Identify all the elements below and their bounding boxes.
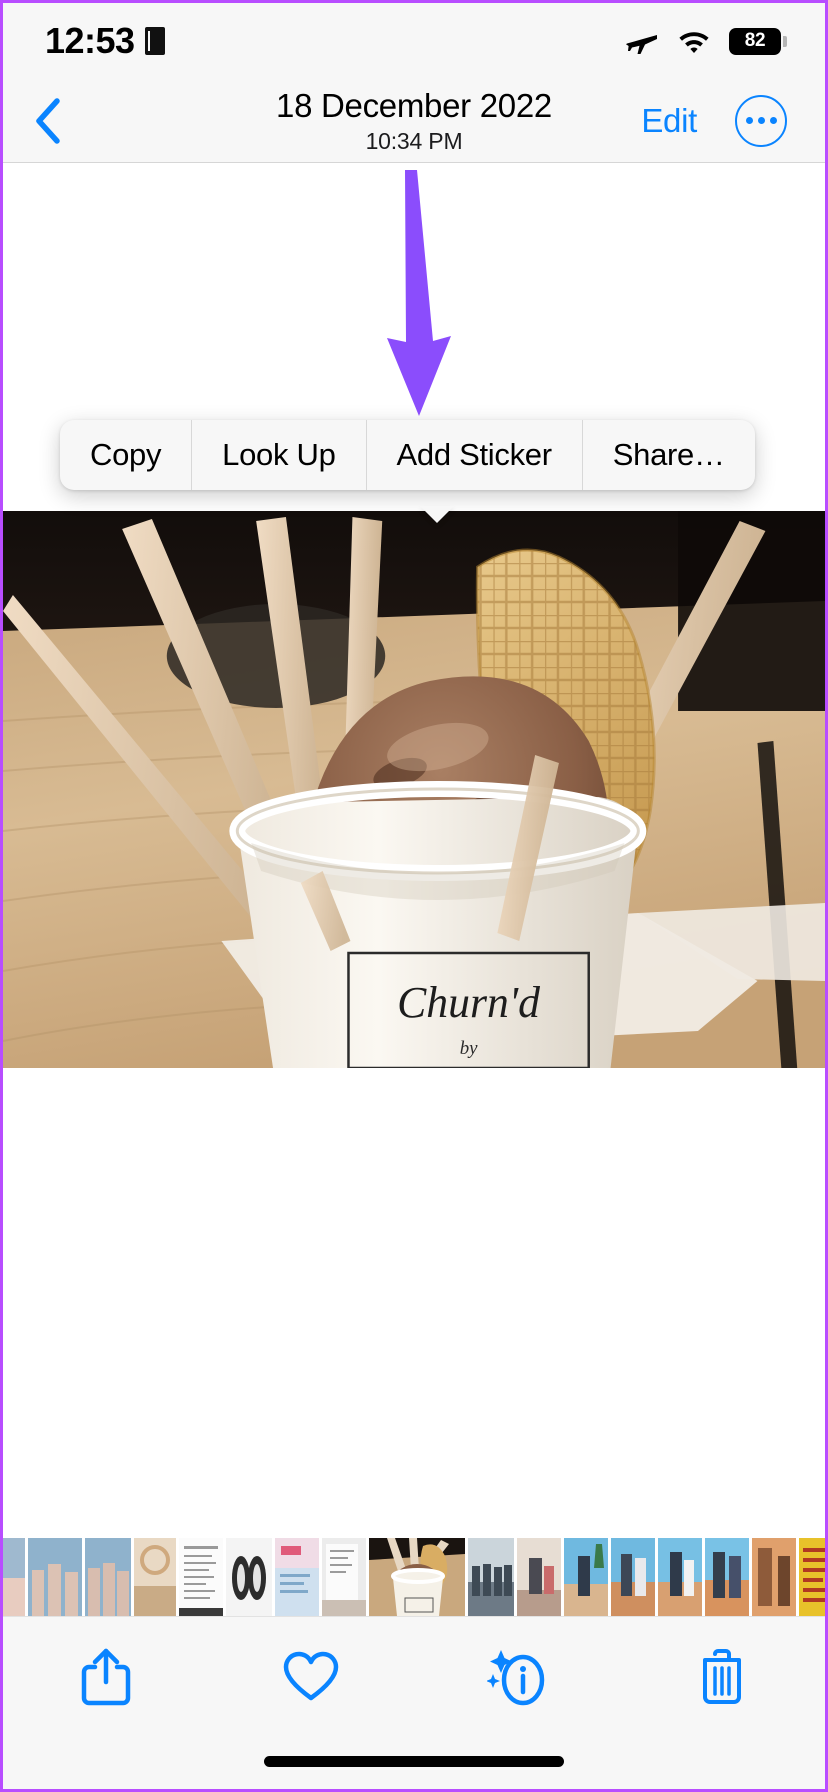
- navigation-bar: 18 December 2022 10:34 PM Edit: [3, 79, 825, 163]
- context-menu-tail: [420, 506, 454, 523]
- filmstrip-thumbnail[interactable]: [658, 1538, 702, 1616]
- photo-date-label: 18 December 2022: [3, 89, 825, 122]
- ellipsis-dot-icon: [758, 117, 765, 124]
- wifi-icon: [677, 28, 711, 54]
- filmstrip-thumbnail[interactable]: [564, 1538, 608, 1616]
- photo-filmstrip[interactable]: [3, 1538, 825, 1616]
- photo-time-label: 10:34 PM: [3, 130, 825, 153]
- filmstrip-thumbnail[interactable]: [28, 1538, 82, 1616]
- text-selection-context-menu: Copy Look Up Add Sticker Share…: [60, 420, 755, 490]
- context-menu-item-share[interactable]: Share…: [583, 420, 755, 490]
- filmstrip-thumbnail[interactable]: [517, 1538, 561, 1616]
- airplane-mode-icon: [625, 26, 659, 56]
- cup-by-text: by: [460, 1038, 478, 1059]
- filmstrip-thumbnail[interactable]: [134, 1538, 176, 1616]
- battery-indicator: 82: [729, 28, 781, 55]
- filmstrip-thumbnail[interactable]: [85, 1538, 131, 1616]
- share-button[interactable]: [61, 1637, 151, 1717]
- book-icon: [145, 27, 165, 55]
- share-icon: [81, 1646, 131, 1708]
- filmstrip-thumbnail[interactable]: [611, 1538, 655, 1616]
- context-menu-item-copy[interactable]: Copy: [60, 420, 192, 490]
- more-options-button[interactable]: [735, 95, 787, 147]
- filmstrip-thumbnail[interactable]: [705, 1538, 749, 1616]
- battery-percent-label: 82: [745, 30, 766, 52]
- heart-icon: [283, 1651, 339, 1703]
- ellipsis-dot-icon: [746, 117, 753, 124]
- info-button[interactable]: [472, 1637, 562, 1717]
- photo-title: 18 December 2022 10:34 PM: [3, 89, 825, 153]
- favorite-button[interactable]: [266, 1637, 356, 1717]
- context-menu-item-look-up[interactable]: Look Up: [192, 420, 366, 490]
- filmstrip-thumbnail[interactable]: [752, 1538, 796, 1616]
- filmstrip-thumbnail[interactable]: [799, 1538, 825, 1616]
- filmstrip-thumbnail[interactable]: [3, 1538, 25, 1616]
- edit-button[interactable]: Edit: [641, 102, 697, 140]
- status-bar-left: 12:53: [45, 20, 165, 62]
- filmstrip-thumbnail[interactable]: [179, 1538, 223, 1616]
- status-bar-right: 82: [625, 26, 781, 56]
- home-indicator: [264, 1756, 564, 1767]
- filmstrip-thumbnail-current[interactable]: [369, 1538, 465, 1616]
- photo-illustration: Churn'd by: [3, 511, 825, 1068]
- filmstrip-thumbnail[interactable]: [322, 1538, 366, 1616]
- iphone-screen: 12:53 82 18 December 2022 10:34: [0, 0, 828, 1792]
- ellipsis-dot-icon: [770, 117, 777, 124]
- delete-button[interactable]: [677, 1637, 767, 1717]
- bottom-toolbar: [3, 1616, 825, 1789]
- status-bar: 12:53 82: [3, 3, 825, 79]
- filmstrip-thumbnail[interactable]: [468, 1538, 514, 1616]
- trash-icon: [698, 1648, 746, 1706]
- context-menu-bar: Copy Look Up Add Sticker Share…: [60, 420, 755, 490]
- filmstrip-thumbnail[interactable]: [275, 1538, 319, 1616]
- main-photo[interactable]: Churn'd by: [3, 511, 825, 1068]
- filmstrip-thumbnail[interactable]: [226, 1538, 272, 1616]
- info-sparkle-icon: [487, 1648, 547, 1706]
- cup-brand-text: Churn'd: [397, 979, 541, 1027]
- context-menu-item-add-sticker[interactable]: Add Sticker: [367, 420, 583, 490]
- status-bar-clock: 12:53: [45, 20, 135, 62]
